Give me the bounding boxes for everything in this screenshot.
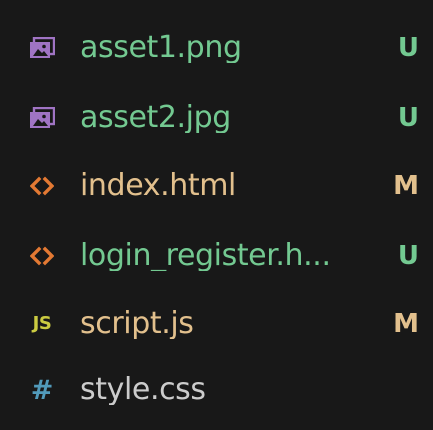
git-status-badge: M (393, 309, 419, 339)
file-row-index-html[interactable]: index.html M (0, 156, 433, 216)
git-status-badge: U (397, 103, 419, 133)
file-name: script.js (80, 309, 194, 339)
html-icon (28, 242, 56, 270)
file-row-login-register-html[interactable]: login_register.h... U (0, 226, 433, 286)
file-name: login_register.h... (80, 241, 331, 271)
html-icon (28, 172, 56, 200)
css-icon-glyph: # (30, 374, 54, 406)
git-status-badge: U (397, 33, 419, 63)
file-name: asset1.png (80, 33, 242, 63)
git-status-badge: U (397, 241, 419, 271)
file-row-asset2[interactable]: asset2.jpg U (0, 88, 433, 148)
file-row-style-css[interactable]: # style.css (0, 360, 433, 420)
file-name: asset2.jpg (80, 103, 231, 133)
js-icon: JS (28, 310, 56, 338)
file-name: style.css (80, 375, 206, 405)
image-icon (28, 104, 56, 132)
file-row-asset1[interactable]: asset1.png U (0, 18, 433, 78)
file-name: index.html (80, 171, 236, 201)
js-icon-glyph: JS (32, 313, 52, 334)
image-icon (28, 34, 56, 62)
file-explorer: asset1.png U asset2.jpg U index.html M l… (0, 0, 433, 430)
file-row-script-js[interactable]: JS script.js M (0, 294, 433, 354)
css-icon: # (28, 376, 56, 404)
git-status-badge: M (393, 171, 419, 201)
